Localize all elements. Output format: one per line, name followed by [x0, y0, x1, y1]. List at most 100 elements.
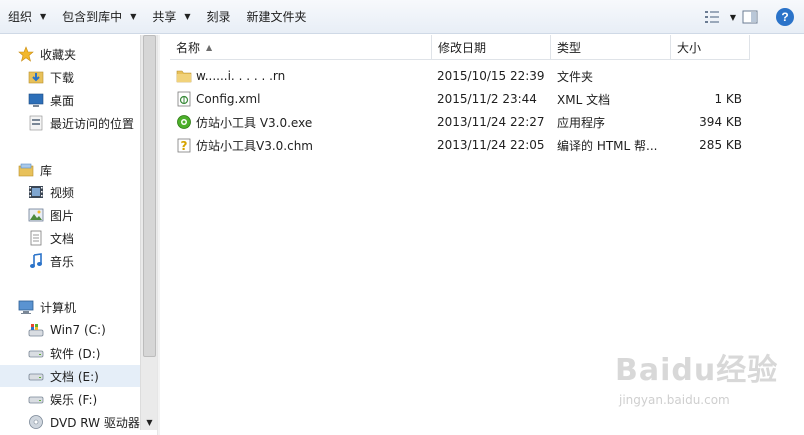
file-row[interactable]: ? 仿站小工具V3.0.chm 2013/11/24 22:05 编译的 HTM…: [160, 134, 804, 156]
nav-item-pictures[interactable]: 图片: [0, 204, 140, 226]
nav-libraries-label: 库: [40, 163, 53, 178]
nav-scrollbar[interactable]: ▼: [140, 35, 158, 430]
organize-chevron-down-icon: ▼: [40, 12, 47, 21]
nav-item-downloads[interactable]: 下载: [0, 66, 140, 88]
nav-libraries[interactable]: 库: [0, 159, 140, 181]
dvd-drive-icon: [28, 414, 44, 430]
nav-computer-label: 计算机: [40, 300, 77, 315]
file-size: [676, 65, 742, 87]
nav-item-documents[interactable]: 文档: [0, 227, 140, 249]
nav-computer[interactable]: 计算机: [0, 296, 140, 318]
nav-item-label: 最近访问的位置: [50, 116, 135, 131]
file-date: 2013/11/24 22:05: [437, 138, 545, 152]
drive-icon: [28, 368, 44, 384]
command-bar: 组织 ▼ 包含到库中 ▼ 共享 ▼ 刻录 新建文件夹 ▼ ?: [0, 0, 804, 34]
file-type: 文件夹: [557, 69, 594, 84]
file-date: 2013/11/24 22:27: [437, 115, 545, 129]
nav-item-drive-f[interactable]: 娱乐 (F:): [0, 388, 140, 410]
new-folder-button[interactable]: 新建文件夹: [239, 5, 315, 29]
change-view-icon[interactable]: [702, 7, 722, 27]
share-button[interactable]: 共享 ▼: [144, 5, 198, 29]
organize-label: 组织: [8, 10, 33, 24]
file-name: w......i. . . . . .rn: [196, 69, 286, 83]
nav-item-label: 软件 (D:): [50, 346, 101, 361]
nav-item-label: 文档 (E:): [50, 369, 99, 384]
file-name: 仿站小工具 V3.0.exe: [196, 115, 313, 130]
video-icon: [28, 184, 44, 200]
file-type: 编译的 HTML 帮...: [557, 138, 658, 153]
column-header-date[interactable]: 修改日期: [432, 35, 551, 60]
file-type: 应用程序: [557, 115, 606, 130]
nav-item-video[interactable]: 视频: [0, 181, 140, 203]
column-date-label: 修改日期: [438, 40, 487, 55]
nav-favorites[interactable]: 收藏夹: [0, 43, 140, 65]
desktop-icon: [28, 92, 44, 108]
nav-item-recent-places[interactable]: 最近访问的位置: [0, 112, 140, 134]
star-icon: [18, 46, 34, 62]
view-options-chevron-down-icon[interactable]: ▼: [730, 13, 736, 22]
include-library-chevron-down-icon: ▼: [130, 12, 137, 21]
nav-item-label: DVD RW 驱动器: [50, 415, 140, 430]
include-library-label: 包含到库中: [62, 10, 123, 24]
nav-item-label: 娱乐 (F:): [50, 392, 98, 407]
file-date: 2015/10/15 22:39: [437, 69, 545, 83]
nav-item-drive-c[interactable]: Win7 (C:): [0, 319, 140, 341]
column-name-label: 名称: [176, 40, 201, 55]
column-type-label: 类型: [557, 40, 582, 55]
file-name-cell: w......i. . . . . .rn: [176, 65, 426, 87]
file-row[interactable]: 仿站小工具 V3.0.exe 2013/11/24 22:27 应用程序 394…: [160, 111, 804, 133]
computer-icon: [18, 299, 34, 315]
drive-icon: [28, 391, 44, 407]
nav-favorites-label: 收藏夹: [40, 47, 77, 62]
file-row[interactable]: Config.xml 2015/11/2 23:44 XML 文档 1 KB: [160, 88, 804, 110]
document-icon: [28, 230, 44, 246]
svg-text:?: ?: [181, 139, 188, 153]
nav-item-label: 桌面: [50, 93, 75, 108]
file-name: 仿站小工具V3.0.chm: [196, 138, 314, 153]
file-name-cell: ? 仿站小工具V3.0.chm: [176, 134, 426, 156]
music-icon: [28, 253, 44, 269]
column-size-label: 大小: [677, 40, 702, 55]
file-size: 1 KB: [714, 92, 742, 106]
nav-scrollbar-thumb[interactable]: [143, 35, 156, 357]
nav-item-label: 视频: [50, 185, 75, 200]
sort-ascending-icon: ▲: [206, 42, 213, 52]
nav-item-drive-d[interactable]: 软件 (D:): [0, 342, 140, 364]
chm-help-icon: ?: [176, 137, 192, 153]
scroll-down-icon[interactable]: ▼: [141, 414, 158, 430]
navigation-pane: 收藏夹 下载 桌面 最近访问的位置 库 视频 图片 文档 音乐 计算机 Win7…: [0, 35, 140, 435]
nav-item-desktop[interactable]: 桌面: [0, 89, 140, 111]
baidu-watermark: Baidu经验 jingyan.baidu.com: [615, 345, 785, 415]
file-row[interactable]: w......i. . . . . .rn 2015/10/15 22:39 文…: [160, 65, 804, 87]
recent-places-icon: [28, 115, 44, 131]
column-header-type[interactable]: 类型: [551, 35, 671, 60]
file-name-cell: Config.xml: [176, 88, 426, 110]
exe-app-icon: [176, 114, 192, 130]
system-drive-icon: [28, 322, 44, 338]
file-date: 2015/11/2 23:44: [437, 92, 537, 106]
include-library-button[interactable]: 包含到库中 ▼: [54, 5, 144, 29]
nav-item-label: 音乐: [50, 254, 75, 269]
file-name: Config.xml: [196, 92, 261, 106]
drive-icon: [28, 345, 44, 361]
nav-item-drive-e[interactable]: 文档 (E:): [0, 365, 140, 387]
organize-button[interactable]: 组织 ▼: [0, 5, 54, 29]
column-header-name[interactable]: 名称 ▲: [170, 35, 432, 60]
file-size: 285 KB: [699, 138, 742, 152]
library-icon: [18, 162, 34, 178]
file-type: XML 文档: [557, 92, 611, 107]
download-folder-icon: [28, 69, 44, 85]
nav-item-music[interactable]: 音乐: [0, 250, 140, 272]
nav-item-dvd-drive[interactable]: DVD RW 驱动器: [0, 411, 140, 433]
nav-item-label: Win7 (C:): [50, 323, 106, 337]
file-name-cell: 仿站小工具 V3.0.exe: [176, 111, 426, 133]
share-label: 共享: [152, 10, 177, 24]
picture-icon: [28, 207, 44, 223]
nav-item-label: 文档: [50, 231, 75, 246]
new-folder-label: 新建文件夹: [246, 10, 307, 24]
help-icon[interactable]: ?: [776, 8, 794, 26]
burn-button[interactable]: 刻录: [199, 5, 239, 29]
share-chevron-down-icon: ▼: [184, 12, 191, 21]
column-header-size[interactable]: 大小: [671, 35, 750, 60]
preview-pane-icon[interactable]: [740, 7, 760, 27]
